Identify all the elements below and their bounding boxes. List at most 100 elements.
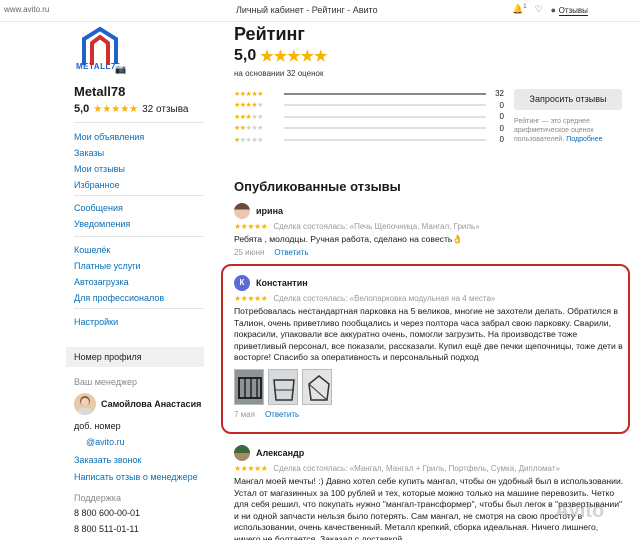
overall-rating: 5,0 ★★★★★ [234,47,328,65]
camera-icon[interactable]: 📷 [115,64,127,75]
published-reviews-heading: Опубликованные отзывы [234,179,401,194]
review-deal: Сделка состоялась: «Велопарковка модульн… [273,294,496,303]
seller-name: Metall78 [74,84,126,99]
review-photo[interactable] [268,368,298,405]
review-card: ирина ★★★★★ Сделка состоялась: «Печь Щепо… [234,202,624,257]
rating-based-on: на основании 32 оценок [234,69,324,78]
divider [74,308,204,309]
bar-stars-icon: ★★★★★ [234,102,263,110]
nav-favorites[interactable]: Избранное [74,177,144,193]
left-nav-group3: Кошелёк Платные услуги Автозагрузка Для … [74,242,164,306]
seller-rating: 5,0 ★★★★★ 32 отзыва [74,103,188,115]
review-text: Потребовалась нестандартная парковка на … [234,306,623,363]
divider [74,122,204,123]
rating-bar-count: 0 [499,100,504,110]
reviewer-name: ирина [256,206,284,216]
rating-distribution: ★★★★★ 32 ★★★★★ 0 ★★★★★ 0 ★★★★★ 0 ★★★★★ 0 [234,88,504,146]
support-phone-1: 8 800 600-00-01 [74,508,141,518]
reviewer-avatar [234,203,250,219]
nav-settings[interactable]: Настройки [74,314,118,330]
manager-name: Самойлова Анастасия [101,399,202,409]
rating-heading: Рейтинг [234,24,305,44]
watermark: Avito [555,500,605,522]
reply-link[interactable]: Ответить [274,248,308,257]
review-date: 7 мая [234,409,255,419]
reviews-tab[interactable]: ● Отзывы [550,4,588,16]
bar-stars-icon: ★★★★★ [234,136,263,144]
rating-bar-track [284,92,486,95]
nav-messages[interactable]: Сообщения [74,200,130,216]
left-nav-group4: Настройки [74,314,118,330]
review-stars-icon: ★★★★★ [234,222,268,231]
rating-bar-row: ★★★★★ 32 [234,88,504,100]
rating-bar-track [284,127,486,130]
review-stars-icon: ★★★★★ [234,294,268,303]
review-deal: Сделка состоялась: «Мангал, Мангал + Гри… [273,464,560,473]
bar-stars-icon: ★★★★★ [234,125,263,133]
rating-bar-count: 0 [499,112,504,122]
reviewer-name: Александр [256,448,305,458]
review-stars-icon: ★★★★★ [234,464,268,473]
chat-icon: ● [550,4,557,15]
nav-my-ads[interactable]: Мои объявления [74,129,144,145]
review-date: 25 июня [234,247,265,257]
reviewer-name: Константин [256,278,308,288]
manager-label: Ваш менеджер [74,377,137,387]
page-tab-title: Личный кабинет - Рейтинг - Авито [236,5,378,15]
manager-ext: доб. номер [74,421,121,431]
write-manager-review-link[interactable]: Написать отзыв о менеджере [74,472,198,482]
request-reviews-button[interactable]: Запросить отзывы [514,89,622,110]
rating-bar-row: ★★★★★ 0 [234,111,504,123]
left-nav-group2: Сообщения Уведомления [74,200,130,232]
top-icons: 🔔1 ♡ ● Отзывы [512,4,588,16]
divider [74,236,204,237]
reviewer-avatar [234,445,250,461]
nav-paid-services[interactable]: Платные услуги [74,258,164,274]
support-phone-2: 8 800 511-01-11 [74,524,139,534]
manager-avatar [74,393,96,415]
reply-link[interactable]: Ответить [265,410,299,419]
nav-pro[interactable]: Для профессионалов [74,290,164,306]
reviewer-avatar: К [234,275,250,291]
rating-bar-fill [284,92,486,95]
rating-bar-row: ★★★★★ 0 [234,123,504,135]
manager-email[interactable]: @avito.ru [86,437,125,447]
rating-bar-track [284,104,486,107]
review-text: Ребята , молодцы. Ручная работа, сделано… [234,234,464,244]
nav-autoload[interactable]: Автозагрузка [74,274,164,290]
bar-stars-icon: ★★★★★ [234,90,263,98]
profile-number-button[interactable]: Номер профиля [66,347,204,367]
divider [74,195,204,196]
rating-bar-row: ★★★★★ 0 [234,134,504,146]
rating-bar-track [284,115,486,118]
seller-stars-icon: ★★★★★ [93,103,139,115]
review-deal: Сделка состоялась: «Печь Щепочница, Манг… [273,222,480,231]
support-label: Поддержка [74,493,121,503]
rating-bar-track [284,138,486,141]
nav-notifications[interactable]: Уведомления [74,216,130,232]
rating-bar-row: ★★★★★ 0 [234,100,504,112]
left-nav-group1: Мои объявления Заказы Мои отзывы Избранн… [74,129,144,193]
review-photo[interactable] [302,368,332,405]
seller-rating-value: 5,0 [74,103,90,115]
nav-wallet[interactable]: Кошелёк [74,242,164,258]
rating-note: Рейтинг — это среднее арифметическое оце… [514,117,624,144]
overall-stars-icon: ★★★★★ [260,48,328,65]
review-photos [234,368,624,405]
seller-reviews-count[interactable]: 32 отзыва [142,104,188,115]
notification-icon[interactable]: 🔔1 [512,4,527,15]
heart-icon[interactable]: ♡ [535,4,543,15]
bar-stars-icon: ★★★★★ [234,113,263,121]
rating-bar-count: 0 [499,123,504,133]
nav-my-reviews[interactable]: Мои отзывы [74,161,144,177]
rating-note-link[interactable]: Подробнее [566,136,602,143]
review-card: К Константин ★★★★★ Сделка состоялась: «Вел… [234,274,624,419]
rating-bar-count: 32 [495,89,504,99]
order-call-link[interactable]: Заказать звонок [74,455,141,465]
address-bar[interactable]: www.avito.ru [4,5,49,14]
review-card: Александр ★★★★★ Сделка состоялась: «Манга… [234,444,624,540]
overall-rating-value: 5,0 [234,47,257,64]
rating-bar-count: 0 [499,135,504,145]
review-photo[interactable] [234,368,264,405]
nav-orders[interactable]: Заказы [74,145,144,161]
